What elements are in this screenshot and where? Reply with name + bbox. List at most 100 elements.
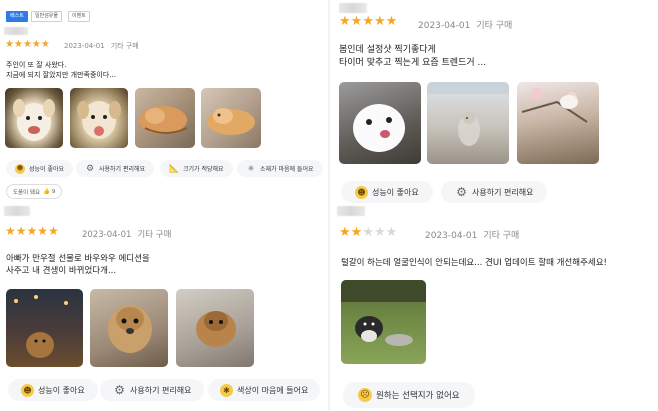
chip-color[interactable]: ✱ 색상이 마음에 들어요 — [208, 379, 321, 401]
rating-stars: ★ ★ ★ ★ ★ — [5, 225, 59, 237]
chip-performance[interactable]: ☻ 성능이 좋아요 — [6, 160, 74, 177]
chip-label: 성능이 좋아요 — [372, 187, 419, 197]
star-icon: ★ — [385, 225, 398, 240]
chip-label: 사용하기 편리해요 — [130, 385, 192, 395]
review-line: 봄인데 설정샷 찍기좋다게 — [339, 45, 436, 55]
review-date: 2023-04-01 — [418, 21, 471, 31]
star-icon: ★ — [5, 224, 16, 238]
review-line: 사주고 내 견생이 바뀌었다개... — [6, 266, 117, 277]
chip-no-option[interactable]: ☹ 원하는 선택지가 없어요 — [343, 382, 475, 408]
chip-label: 사용하기 편리해요 — [99, 166, 146, 173]
rating-stars: ★ ★ ★ ★ ★ — [5, 40, 50, 50]
rating-stars: ★ ★ ★ ★ ★ — [339, 226, 397, 239]
review-photo[interactable] — [90, 289, 168, 367]
review-line: 아빠가 만우절 선물로 바우와우 에디션을 — [6, 254, 150, 264]
review-meta: 2023-04-01 기타 구매 — [425, 228, 525, 241]
gear-icon: ⚙ — [456, 185, 467, 199]
review-photo[interactable] — [70, 88, 128, 148]
review-photo[interactable] — [5, 88, 63, 148]
review-line: 지금에 되지 잘았지만 개만족중이다... — [6, 71, 116, 80]
star-icon: ★ — [339, 14, 351, 29]
review-line: 주인이 또 잘 사왔다. — [6, 61, 67, 69]
blurred-username — [4, 27, 28, 35]
smile-face-icon: ☻ — [355, 185, 368, 199]
badge-best: 베스트 — [6, 11, 28, 22]
review-line: 타이머 맞추고 찍는게 요즘 트렌드거 ... — [339, 58, 487, 69]
star-icon: ★ — [5, 39, 14, 50]
purchase-type: 기타 구매 — [137, 230, 172, 240]
chip-label: 소재가 마음에 들어요 — [260, 166, 314, 173]
review-meta: 2023-04-01 기타 구매 — [82, 228, 177, 240]
review-photo[interactable] — [135, 88, 195, 148]
review-photo[interactable] — [517, 82, 599, 164]
purchase-type: 기타 구매 — [476, 21, 513, 31]
review-card-3: ★ ★ ★ ★ ★ 2023-04-01 기타 구매 아빠가 만우절 선물로 바우와우 에… — [0, 203, 327, 411]
badge-event: 이벤트 — [68, 11, 90, 22]
sparkle-icon: ✳ — [247, 164, 255, 173]
star-icon: ★ — [339, 225, 351, 240]
blurred-username — [337, 206, 365, 216]
chip-size[interactable]: 📐 크기가 적당해요 — [160, 160, 233, 177]
chip-label: 성능이 좋아요 — [29, 166, 65, 173]
star-icon: ★ — [373, 14, 386, 29]
panel-divider-vertical — [328, 0, 330, 411]
chip-easy[interactable]: ⚙ 사용하기 편리해요 — [76, 160, 155, 177]
review-card-4: ★ ★ ★ ★ ★ 2023-04-01 기타 구매 털갈이 하는데 얼굴인식이 안되는데… — [331, 203, 658, 411]
smile-face-icon: ☻ — [15, 163, 25, 174]
star-icon: ★ — [15, 224, 27, 238]
review-photo[interactable] — [201, 88, 261, 148]
smile-face-icon: ☻ — [21, 383, 34, 397]
rating-stars: ★ ★ ★ ★ ★ — [339, 15, 397, 28]
gear-icon: ⚙ — [114, 383, 125, 397]
gear-icon: ⚙ — [85, 163, 95, 174]
chip-easy[interactable]: ⚙ 사용하기 편리해요 — [441, 181, 548, 203]
star-icon: ★ — [37, 224, 49, 238]
star-icon: ★ — [350, 225, 363, 240]
star-icon: ★ — [362, 14, 374, 29]
star-icon: ★ — [350, 14, 363, 29]
star-icon: ★ — [48, 224, 59, 238]
chip-performance[interactable]: ☻ 성능이 좋아요 — [8, 379, 98, 401]
helpful-label: 도움이 돼요 — [13, 189, 41, 196]
neutral-face-icon: ☹ — [358, 388, 372, 402]
review-date: 2023-04-01 — [64, 42, 105, 50]
review-text: 털갈이 하는데 얼굴인식이 안되는데요... 견UI 업데이트 할때 개선해주세… — [341, 257, 607, 269]
review-photo[interactable] — [6, 289, 83, 367]
review-date: 2023-04-01 — [82, 230, 132, 240]
review-line: 털갈이 하는데 얼굴인식이 안되는데요... 견UI 업데이트 할때 개선해주세… — [341, 258, 607, 268]
star-icon: ★ — [22, 39, 32, 50]
review-text: 아빠가 만우절 선물로 바우와우 에디션을 사주고 내 견생이 바뀌었다개... — [6, 253, 150, 278]
star-icon: ★ — [40, 39, 50, 50]
review-photo[interactable] — [339, 82, 421, 164]
helpful-button[interactable]: 도움이 돼요 👍 9 — [6, 184, 63, 199]
review-photo[interactable] — [427, 82, 509, 164]
review-date: 2023-04-01 — [425, 231, 478, 241]
review-card-2: ★ ★ ★ ★ ★ 2023-04-01 기타 구매 봄인데 설정샷 찍기좋다게 타이머 … — [331, 0, 658, 203]
review-photo[interactable] — [176, 289, 254, 367]
review-meta: 2023-04-01 기타 구매 — [64, 41, 145, 51]
chip-easy[interactable]: ⚙ 사용하기 편리해요 — [100, 379, 205, 401]
purchase-type: 기타 구매 — [110, 42, 139, 50]
thumbs-up-icon: 👍 — [43, 188, 50, 195]
star-icon: ★ — [373, 225, 386, 240]
blurred-username — [4, 206, 30, 216]
blurred-username — [339, 3, 367, 13]
ruler-icon: 📐 — [169, 164, 179, 173]
badge-general: 일반섬유물 — [31, 11, 63, 22]
review-card-1: 베스트 일반섬유물 이벤트 ★ ★ ★ ★ ★ 2023-04-01 기타 구매 주인이 … — [0, 0, 327, 203]
review-photo[interactable] — [341, 280, 426, 364]
star-icon: ★ — [385, 14, 398, 29]
chip-label: 원하는 선택지가 없어요 — [376, 391, 460, 401]
star-icon: ★ — [362, 225, 374, 240]
chip-performance[interactable]: ☻ 성능이 좋아요 — [341, 181, 433, 203]
chip-label: 크기가 적당해요 — [183, 166, 224, 173]
helpful-count: 9 — [51, 188, 56, 195]
chip-label: 사용하기 편리해요 — [472, 187, 534, 197]
palette-icon: ✱ — [220, 383, 233, 397]
review-text: 봄인데 설정샷 찍기좋다게 타이머 맞추고 찍는게 요즘 트렌드거 ... — [339, 44, 486, 70]
star-icon: ★ — [26, 224, 38, 238]
chip-material[interactable]: ✳ 소재가 마음에 들어요 — [237, 160, 323, 177]
chip-label: 성능이 좋아요 — [38, 385, 85, 395]
purchase-type: 기타 구매 — [483, 231, 520, 241]
chip-label: 색상이 마음에 들어요 — [237, 385, 309, 395]
